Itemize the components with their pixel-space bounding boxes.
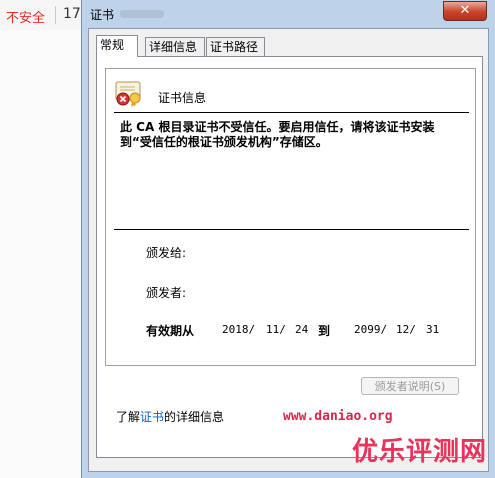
certificate-info-box: 证书信息 此 CA 根目录证书不受信任。要启用信任，请将该证书安装到“受信任的根…: [105, 68, 476, 366]
valid-from-month: 11/: [266, 323, 286, 336]
divider: [114, 112, 469, 113]
browser-page-background: [0, 30, 90, 478]
dialog-client-area: 常规 详细信息 证书路径 证书信息 此 CA 根目录证书不受信任。要启用信任，请…: [88, 28, 489, 472]
valid-to-year: 2099/: [354, 323, 388, 336]
watermark-logo: 优乐评测网: [351, 437, 487, 467]
untrusted-warning-text: 此 CA 根目录证书不受信任。要启用信任，请将该证书安装到“受信任的根证书颁发机…: [120, 120, 435, 149]
valid-to-month: 12/: [396, 323, 416, 336]
divider: [114, 229, 469, 230]
certificate-error-icon: [115, 81, 141, 107]
insecure-label[interactable]: 不安全: [6, 7, 45, 26]
tab-certification-path[interactable]: 证书路径: [206, 37, 265, 56]
general-tab-page: 证书信息 此 CA 根目录证书不受信任。要启用信任，请将该证书安装到“受信任的根…: [96, 56, 483, 458]
valid-from-day: 24: [295, 323, 309, 336]
cert-info-heading: 证书信息: [158, 91, 207, 105]
valid-from-year: 2018/: [222, 323, 256, 336]
learn-more-link[interactable]: 证书: [140, 410, 164, 424]
learn-more-text: 了解证书的详细信息: [116, 408, 224, 425]
tab-details[interactable]: 详细信息: [145, 37, 205, 56]
close-button[interactable]: ✕: [443, 1, 487, 21]
certificate-dialog: 证书 ✕ 常规 详细信息 证书路径 证书信息 此 CA 根目录证书不受信任。要启…: [81, 0, 495, 478]
title-blurred-text: [120, 10, 164, 18]
browser-address-bar: 不安全 17: [0, 0, 90, 31]
tab-general[interactable]: 常规: [96, 35, 138, 57]
title-bar[interactable]: 证书 ✕: [82, 0, 495, 28]
learn-more-prefix: 了解: [116, 410, 141, 424]
validity-label: 有效期从: [146, 324, 195, 338]
dialog-title: 证书: [90, 8, 115, 22]
watermark-url: www.daniao.org: [283, 409, 393, 424]
valid-to-label: 到: [318, 324, 331, 338]
valid-to-day: 31: [426, 323, 440, 336]
issuer-statement-button[interactable]: 颁发者说明(S): [361, 377, 459, 395]
issued-by-label: 颁发者:: [146, 286, 187, 300]
issued-to-label: 颁发给:: [146, 246, 187, 260]
url-fragment[interactable]: 17: [63, 6, 81, 22]
separator: [55, 6, 56, 24]
learn-more-suffix: 的详细信息: [164, 410, 225, 424]
